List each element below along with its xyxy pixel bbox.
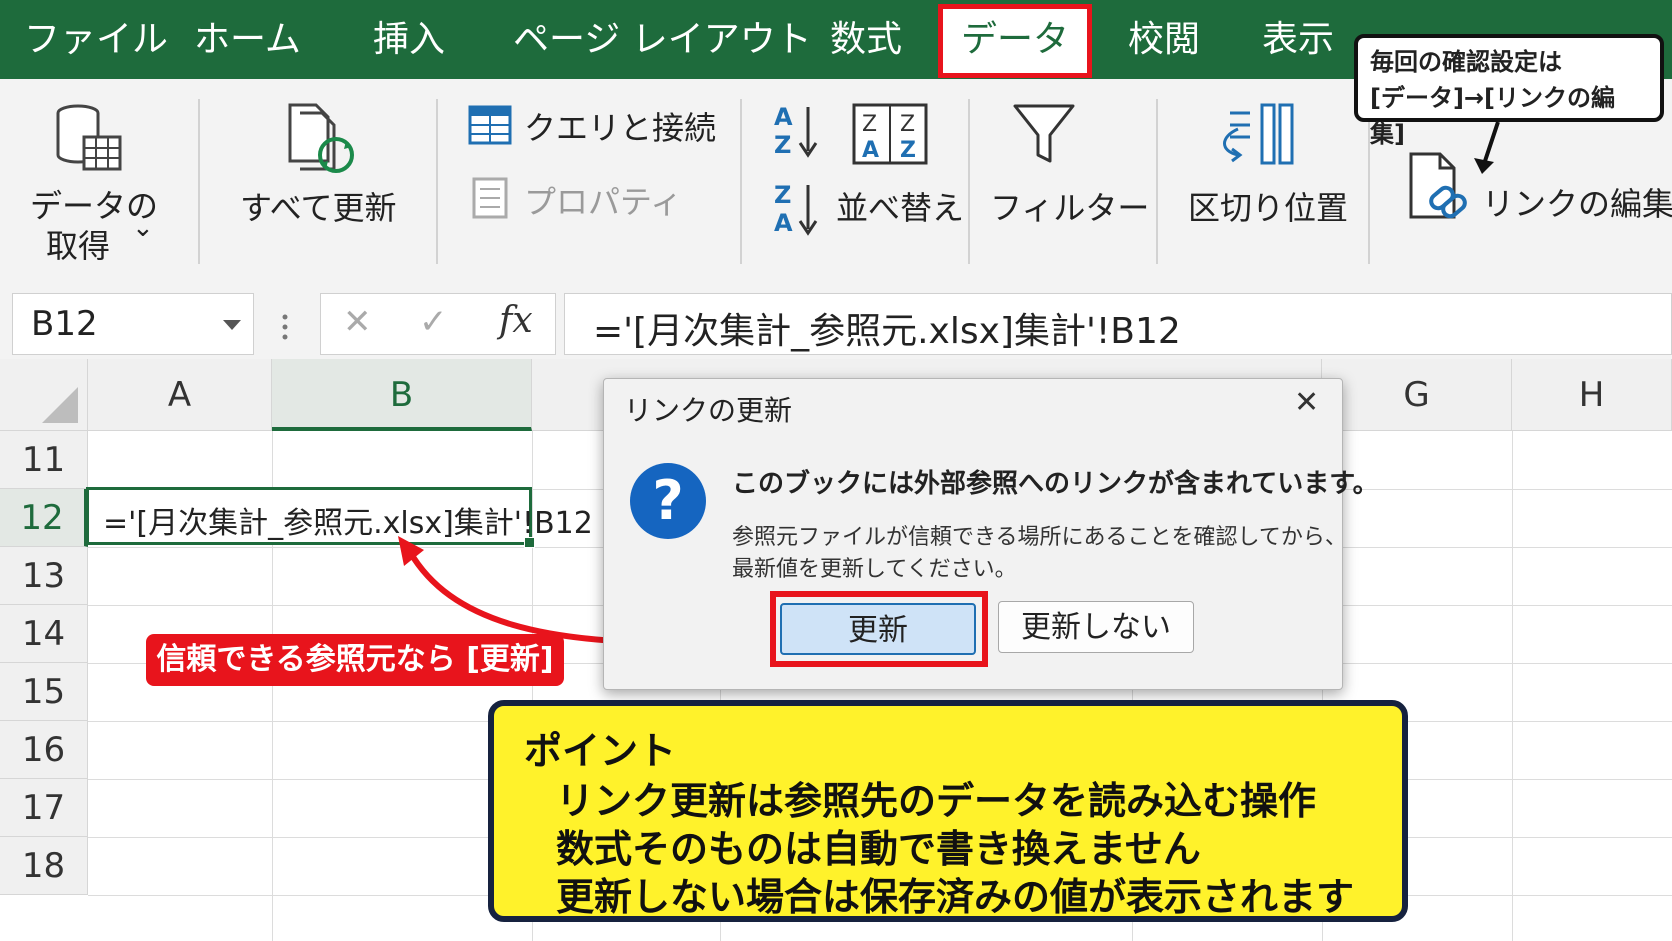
table-query-icon [468, 105, 512, 145]
column-header-a[interactable]: A [88, 359, 272, 431]
column-header-h[interactable]: H [1512, 359, 1672, 431]
row-header-15[interactable]: 15 [0, 663, 88, 721]
formula-bar: B12 ✕ ✓ fx ='[月次集計_参照元.xlsx]集計'!B12 [0, 279, 1672, 359]
row-header-13[interactable]: 13 [0, 547, 88, 605]
row-header-14[interactable]: 14 [0, 605, 88, 663]
point-line-1: リンク更新は参照先のデータを読み込む操作 [556, 779, 1317, 823]
insert-function-icon[interactable]: fx [499, 300, 533, 341]
dropdown-arrow-icon [223, 320, 241, 330]
update-links-dialog: リンクの更新 ✕ ? このブックには外部参照へのリンクが含まれています。 参照元… [603, 378, 1379, 690]
row-header-12[interactable]: 12 [0, 489, 88, 547]
cancel-icon[interactable]: ✕ [343, 302, 372, 342]
properties-icon [472, 177, 508, 219]
point-line-3: 更新しない場合は保存済みの値が表示されます [556, 875, 1355, 919]
svg-text:Z: Z [774, 181, 791, 209]
name-box-value: B12 [31, 304, 98, 344]
edit-links-label: リンクの編集 [1482, 185, 1672, 223]
row-header-11[interactable]: 11 [0, 431, 88, 489]
ribbon-separator [436, 99, 438, 264]
svg-text:A: A [862, 138, 879, 163]
formula-input[interactable]: ='[月次集計_参照元.xlsx]集計'!B12 [564, 293, 1672, 355]
name-box[interactable]: B12 [12, 293, 254, 355]
refresh-all-label: すべて更新 [240, 189, 397, 227]
sort-label: 並べ替え [836, 189, 965, 227]
ribbon-separator [968, 99, 970, 264]
dialog-title: リンクの更新 [624, 394, 793, 427]
tab-page-layout[interactable]: ページ レイアウト [513, 12, 812, 68]
column-header-g[interactable]: G [1322, 359, 1512, 431]
close-icon[interactable]: ✕ [1294, 385, 1319, 420]
svg-text:Z: Z [900, 138, 916, 163]
queries-connections-label: クエリと接続 [524, 109, 717, 147]
row-header-17[interactable]: 17 [0, 779, 88, 837]
dont-update-button[interactable]: 更新しない [998, 601, 1194, 653]
sort-ascending-icon[interactable]: A Z [770, 101, 822, 159]
callout-arrow-icon [1474, 121, 1500, 174]
svg-text:Z: Z [774, 131, 791, 159]
text-to-columns-icon [1223, 103, 1294, 165]
svg-text:A: A [774, 209, 793, 237]
point-line-2: 数式そのものは自動で書き換えません [556, 827, 1201, 871]
edit-links-icon [1409, 152, 1467, 219]
formula-buttons: ✕ ✓ fx [320, 293, 556, 355]
filter-label: フィルター [990, 189, 1150, 227]
dialog-body-line-1: 参照元ファイルが信頼できる場所にあることを確認してから、 [732, 525, 1347, 550]
dialog-body-line-2: 最新値を更新してください。 [732, 557, 1017, 582]
update-button[interactable]: 更新 [780, 603, 976, 655]
text-to-columns-label: 区切り位置 [1188, 189, 1349, 227]
edit-links-callout: 毎回の確認設定は [データ]→[リンクの編集] [1354, 34, 1664, 148]
tab-data[interactable]: データ [938, 4, 1092, 78]
ribbon-separator [1156, 99, 1158, 264]
formula-text: ='[月次集計_参照元.xlsx]集計'!B12 [593, 311, 1181, 352]
ribbon-separator [740, 99, 742, 264]
row-header-16[interactable]: 16 [0, 721, 88, 779]
svg-text:A: A [774, 103, 793, 131]
point-note: ポイント リンク更新は参照先のデータを読み込む操作 数式そのものは自動で書き換え… [488, 700, 1408, 922]
tab-file[interactable]: ファイル [24, 12, 168, 68]
column-header-b[interactable]: B [272, 359, 532, 431]
point-title: ポイント [524, 729, 677, 773]
database-icon [56, 104, 122, 171]
chevron-down-icon: ⌄ [132, 213, 154, 243]
tab-home[interactable]: ホーム [194, 12, 301, 68]
select-all-corner[interactable] [0, 359, 88, 431]
tab-formulas[interactable]: 数式 [830, 12, 902, 68]
grip-icon [282, 314, 288, 340]
sort-descending-icon[interactable]: Z A [770, 179, 822, 237]
tab-insert[interactable]: 挿入 [373, 12, 445, 68]
question-icon: ? [630, 463, 706, 539]
tab-review[interactable]: 校閲 [1128, 12, 1200, 68]
tab-view[interactable]: 表示 [1262, 12, 1334, 68]
callout-line-1: 毎回の確認設定は [1370, 48, 1562, 76]
ribbon-separator [198, 99, 200, 264]
update-hint-tag: 信頼できる参照元なら [更新] [146, 634, 564, 686]
properties-label: プロパティ [524, 183, 683, 221]
get-data-label-2: 取得 [46, 227, 111, 265]
refresh-icon [288, 103, 354, 173]
gridline [1512, 431, 1513, 941]
filter-icon [1013, 104, 1075, 163]
svg-text:Z: Z [900, 112, 915, 137]
enter-icon[interactable]: ✓ [419, 302, 448, 342]
select-all-triangle-icon [42, 387, 78, 423]
svg-text:Z: Z [862, 112, 877, 137]
sort-dialog-icon: Z A Z Z [852, 103, 928, 165]
dialog-heading: このブックには外部参照へのリンクが含まれています。 [732, 469, 1379, 499]
row-header-18[interactable]: 18 [0, 837, 88, 895]
